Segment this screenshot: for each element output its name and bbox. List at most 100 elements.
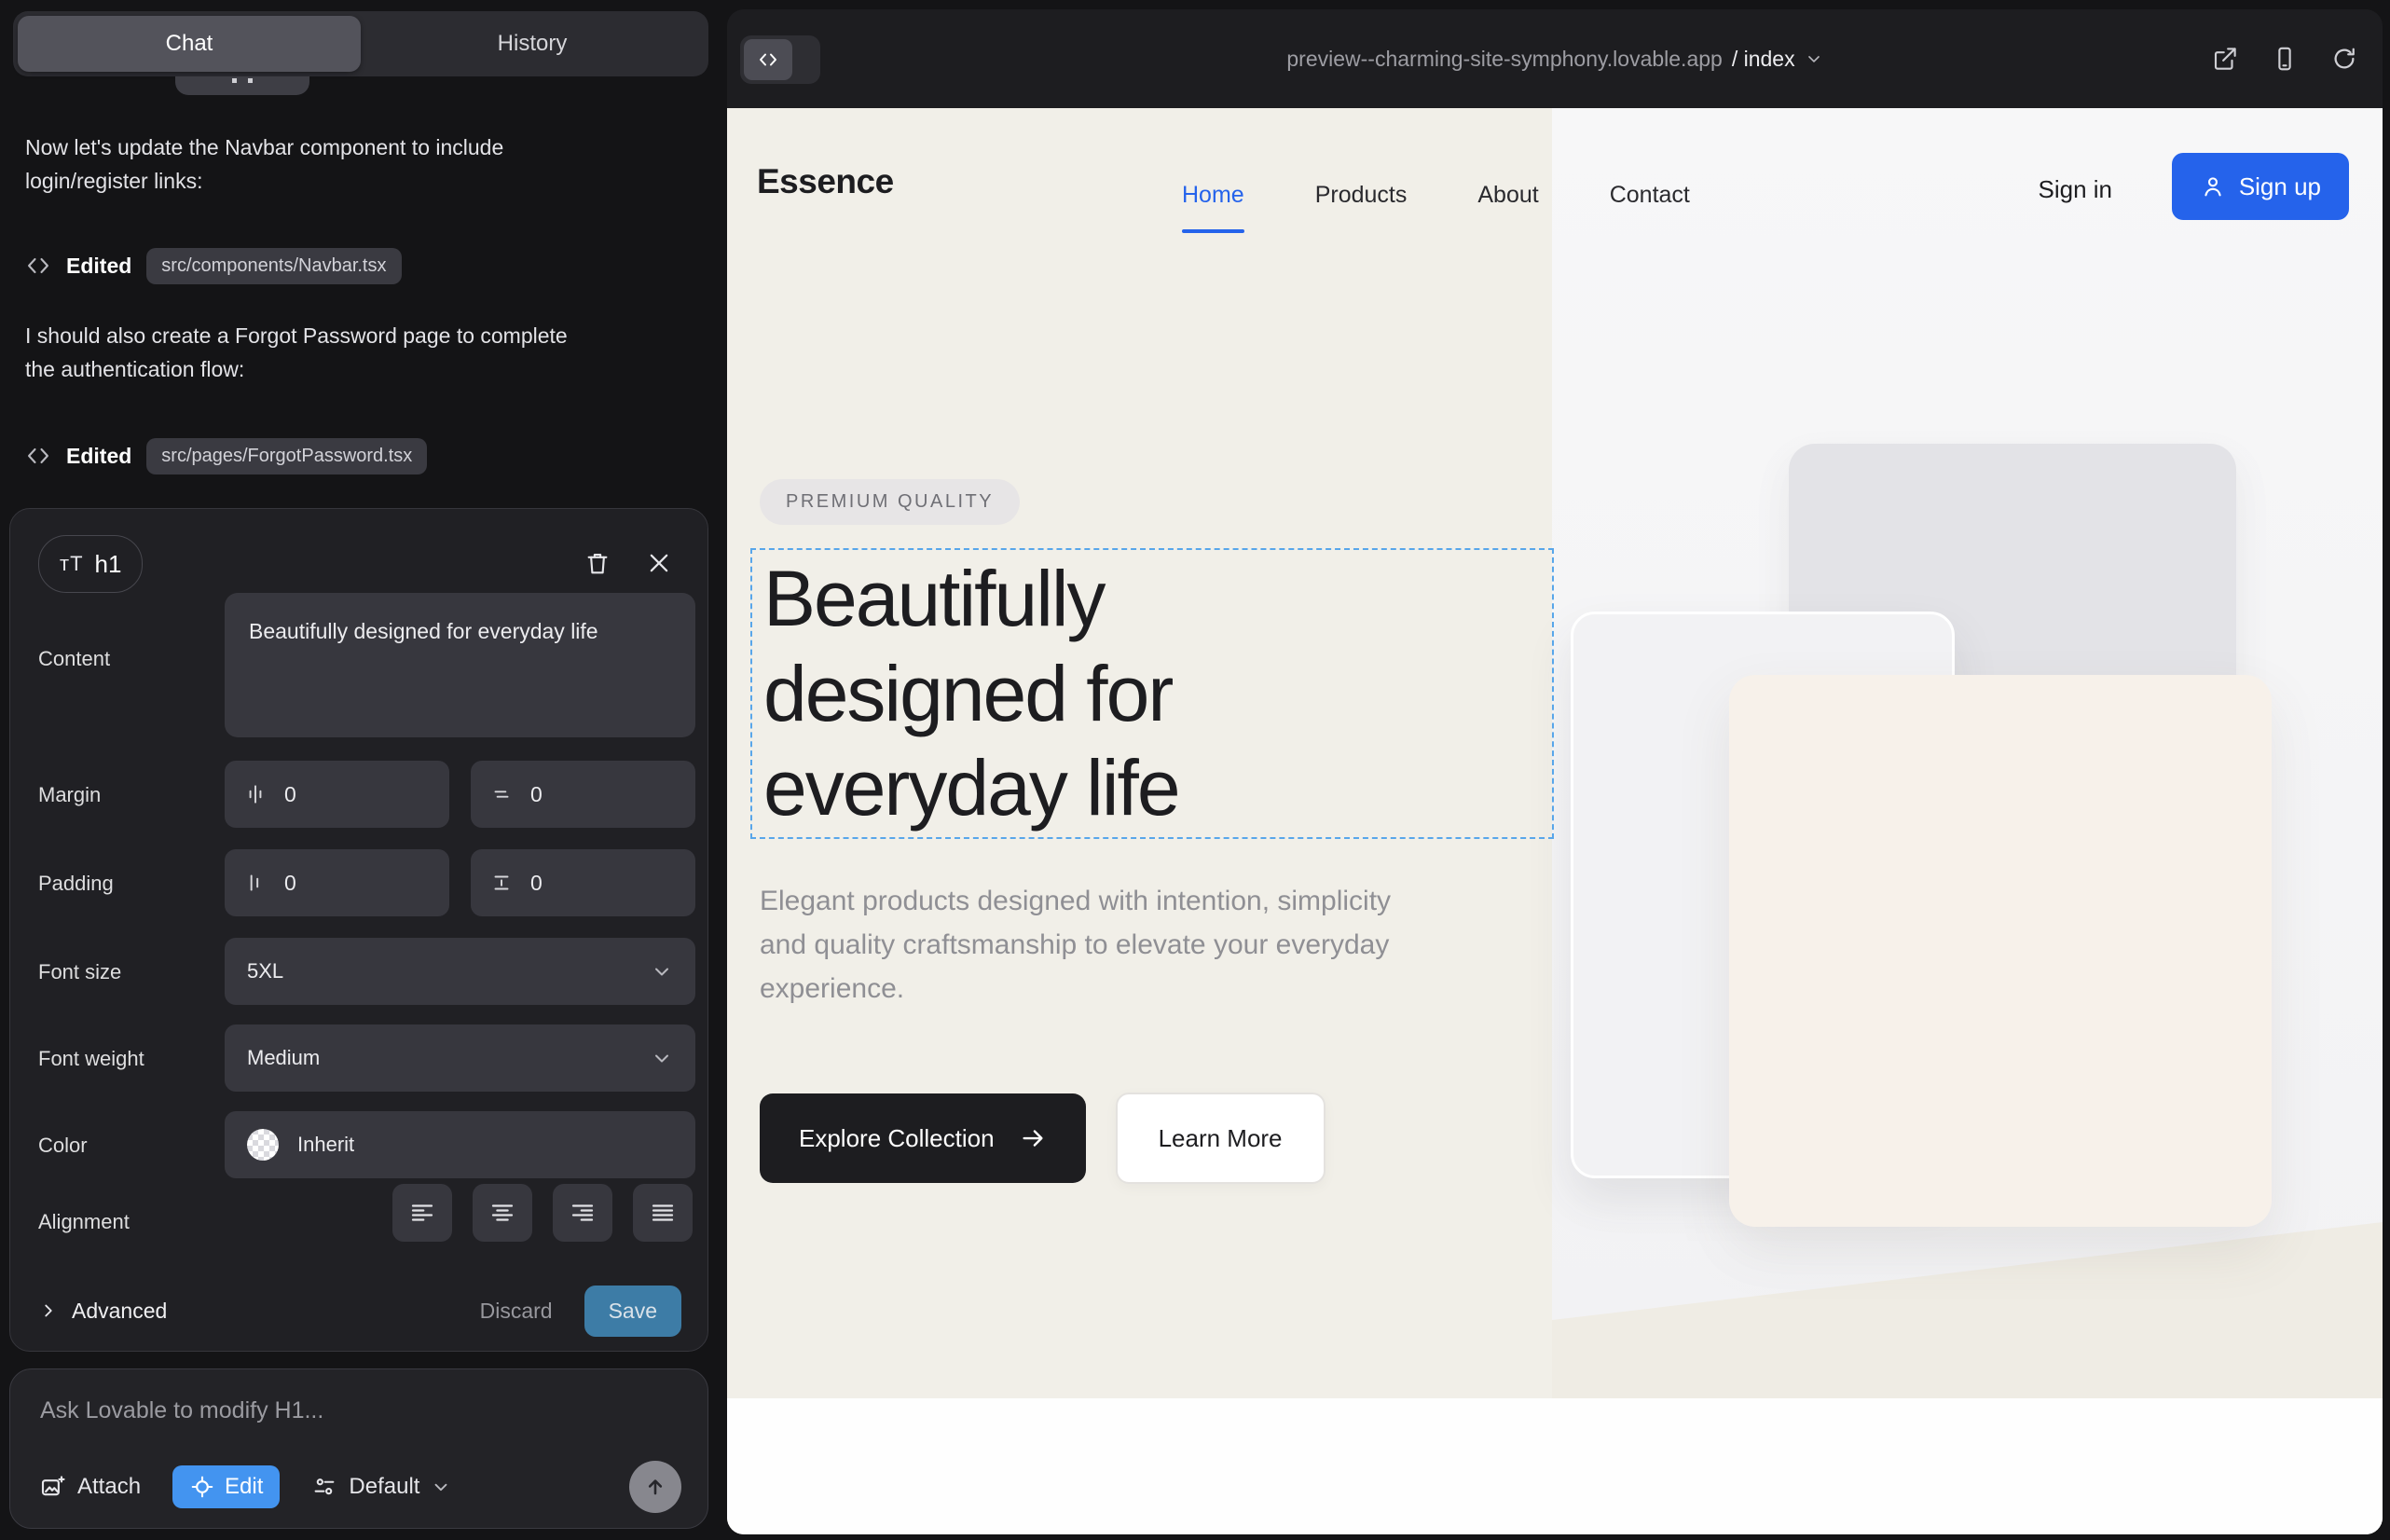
url-bar[interactable]: preview--charming-site-symphony.lovable.…	[727, 9, 2383, 108]
padding-y-field[interactable]	[471, 849, 695, 916]
margin-x-input[interactable]	[282, 781, 379, 808]
hero-badge: PREMIUM QUALITY	[760, 479, 1020, 525]
margin-y-field[interactable]	[471, 761, 695, 828]
explore-collection-button[interactable]: Explore Collection	[760, 1093, 1086, 1183]
padding-x-field[interactable]	[225, 849, 449, 916]
site-viewport: Essence Home Products About Contact Sign…	[727, 108, 2383, 1534]
edit-label: Edit	[225, 1474, 263, 1500]
align-right-button[interactable]	[553, 1184, 612, 1242]
attach-image-icon	[38, 1473, 66, 1501]
font-weight-select[interactable]: Medium	[225, 1024, 695, 1092]
align-justify-icon	[649, 1199, 677, 1227]
learn-more-button[interactable]: Learn More	[1116, 1093, 1325, 1184]
margin-horizontal-icon	[243, 782, 268, 806]
arrow-right-icon	[1019, 1124, 1047, 1152]
signin-link[interactable]: Sign in	[2039, 175, 2113, 204]
close-inspector-button[interactable]	[639, 543, 680, 584]
nav-links: Home Products About Contact	[1182, 108, 1690, 282]
align-right-icon	[569, 1199, 597, 1227]
collapsed-chip[interactable]	[175, 76, 309, 95]
target-icon	[189, 1474, 215, 1500]
content-input[interactable]: Beautifully designed for everyday life	[225, 593, 695, 737]
padding-x-input[interactable]	[282, 870, 379, 897]
content-label: Content	[38, 647, 110, 671]
nav-link-home[interactable]: Home	[1182, 182, 1244, 209]
send-button[interactable]	[629, 1461, 681, 1513]
color-label: Color	[38, 1134, 88, 1158]
font-size-value: 5XL	[247, 959, 283, 983]
url-path: / index	[1732, 47, 1795, 72]
file-chip[interactable]: src/components/Navbar.tsx	[146, 248, 401, 284]
edited-label: Edited	[66, 444, 131, 469]
font-weight-label: Font weight	[38, 1047, 144, 1071]
attach-button[interactable]: Attach	[38, 1473, 141, 1501]
color-swatch	[247, 1129, 279, 1161]
nav-link-about[interactable]: About	[1477, 182, 1538, 209]
delete-element-button[interactable]	[577, 543, 618, 584]
nav-link-contact[interactable]: Contact	[1610, 182, 1690, 209]
url-domain: preview--charming-site-symphony.lovable.…	[1286, 47, 1722, 72]
chevron-down-icon	[651, 1047, 673, 1069]
file-chip[interactable]: src/pages/ForgotPassword.tsx	[146, 438, 427, 474]
padding-horizontal-icon	[243, 871, 268, 895]
trash-icon	[584, 549, 611, 577]
save-button[interactable]: Save	[584, 1286, 681, 1337]
font-size-select[interactable]: 5XL	[225, 938, 695, 1005]
margin-y-input[interactable]	[529, 781, 625, 808]
tab-history[interactable]: History	[361, 16, 704, 72]
default-label: Default	[349, 1474, 419, 1500]
discard-button[interactable]: Discard	[480, 1299, 553, 1324]
align-center-button[interactable]	[473, 1184, 532, 1242]
align-justify-button[interactable]	[633, 1184, 693, 1242]
tab-chat[interactable]: Chat	[18, 16, 361, 72]
user-icon	[2200, 173, 2226, 199]
hero-headline[interactable]: Beautifully designed for everyday life	[763, 552, 1341, 836]
color-select[interactable]: Inherit	[225, 1111, 695, 1178]
alignment-label: Alignment	[38, 1210, 130, 1234]
signup-button[interactable]: Sign up	[2172, 153, 2349, 220]
element-inspector-panel: тT h1 Content Beautifully designed for e…	[9, 508, 708, 1352]
chevron-right-icon	[38, 1300, 59, 1321]
preview-pane: preview--charming-site-symphony.lovable.…	[727, 9, 2383, 1534]
hero-description: Elegant products designed with intention…	[760, 880, 1412, 1011]
selection-outline[interactable]: Beautifully designed for everyday life	[750, 548, 1554, 839]
app-window: Chat History Now let's update the Navbar…	[0, 0, 2390, 1540]
chevron-down-icon	[1805, 49, 1823, 68]
alignment-group	[392, 1184, 693, 1242]
align-left-button[interactable]	[392, 1184, 452, 1242]
margin-x-field[interactable]	[225, 761, 449, 828]
edited-label: Edited	[66, 254, 131, 279]
typography-icon: тT	[60, 552, 84, 576]
chat-composer: Attach Edit Default	[9, 1368, 708, 1529]
mobile-view-icon[interactable]	[2271, 45, 2299, 73]
default-mode-select[interactable]: Default	[311, 1474, 451, 1500]
attach-label: Attach	[77, 1474, 141, 1500]
code-icon	[25, 253, 51, 279]
assistant-message: I should also create a Forgot Password p…	[25, 319, 603, 387]
align-center-icon	[488, 1199, 516, 1227]
refresh-icon[interactable]	[2330, 45, 2358, 73]
chat-input[interactable]	[38, 1396, 676, 1446]
font-size-label: Font size	[38, 960, 121, 984]
color-value: Inherit	[297, 1133, 354, 1157]
code-icon	[25, 443, 51, 469]
open-external-icon[interactable]	[2211, 45, 2239, 73]
advanced-toggle[interactable]: Advanced	[38, 1299, 167, 1324]
chat-sidebar: Chat History Now let's update the Navbar…	[0, 0, 727, 1540]
assistant-message: Now let's update the Navbar component to…	[25, 131, 603, 199]
site-logo[interactable]: Essence	[757, 162, 894, 201]
chat-history-tabbar: Chat History	[13, 11, 708, 76]
signup-label: Sign up	[2239, 172, 2321, 201]
selected-element-tag: тT h1	[38, 535, 143, 593]
decorative-card-beige	[1729, 675, 2272, 1227]
edited-file-row: Edited src/pages/ForgotPassword.tsx	[25, 434, 427, 477]
chevron-down-icon	[651, 960, 673, 983]
explore-collection-label: Explore Collection	[799, 1124, 995, 1153]
close-icon	[646, 550, 672, 576]
margin-vertical-icon	[489, 782, 514, 806]
element-tag-label: h1	[95, 550, 122, 579]
chevron-down-icon	[431, 1477, 451, 1497]
edit-mode-button[interactable]: Edit	[172, 1465, 280, 1508]
padding-y-input[interactable]	[529, 870, 625, 897]
nav-link-products[interactable]: Products	[1315, 182, 1408, 209]
